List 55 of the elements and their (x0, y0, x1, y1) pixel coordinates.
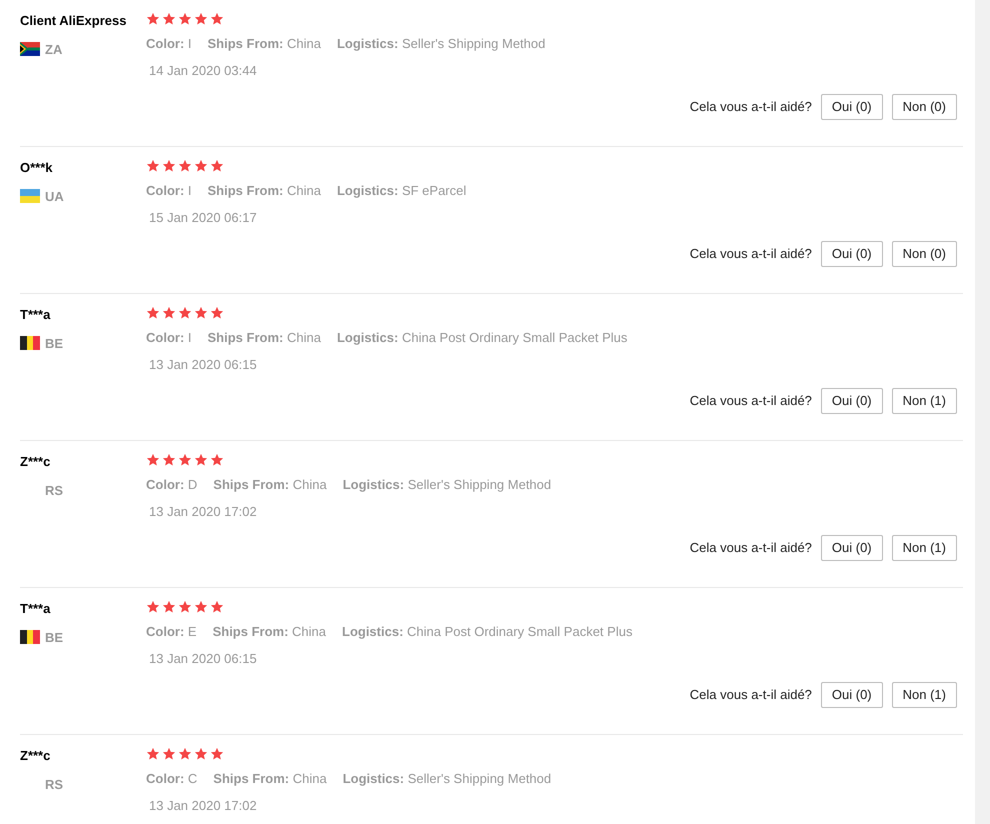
reviewer-name: Z***c (20, 747, 52, 765)
flag-icon (20, 189, 40, 204)
yes-button[interactable]: Oui (0) (820, 241, 883, 267)
helpful-question: Cela vous a-t-il aidé? (690, 98, 812, 116)
no-button[interactable]: Non (1) (892, 388, 957, 414)
no-button[interactable]: Non (1) (892, 682, 957, 708)
flag-icon (20, 630, 40, 644)
review-detail: Ships From: China (208, 182, 321, 200)
country-code: RS (45, 776, 64, 794)
country-code: UA (45, 188, 64, 206)
flag-icon (20, 336, 40, 350)
review-detail: Color: I (146, 329, 192, 347)
helpful-question: Cela vous a-t-il aidé? (690, 245, 812, 264)
review-detail: Color: C (146, 770, 198, 788)
no-button[interactable]: Non (1) (892, 535, 957, 561)
review-detail: Ships From: China (208, 35, 321, 53)
review-detail: Color: D (146, 476, 198, 494)
no-button[interactable]: Non (0) (892, 241, 957, 267)
review-detail: Ships From: China (213, 476, 327, 494)
review-date: 13 Jan 2020 17:02 (149, 502, 258, 520)
reviewer-name: Z***c (20, 453, 52, 471)
review-detail: Logistics: Seller's Shipping Method (342, 770, 552, 788)
review-detail: Logistics: Seller's Shipping Method (342, 476, 552, 494)
review-detail: Ships From: China (212, 623, 326, 641)
reviewer-name: Client AliExpress (20, 12, 128, 30)
yes-button[interactable]: Oui (0) (820, 94, 883, 120)
country-code: RS (45, 482, 64, 500)
review-date: 13 Jan 2020 06:15 (149, 356, 258, 374)
review-detail: Color: I (146, 182, 192, 200)
review-detail: Logistics: SF eParcel (336, 182, 466, 200)
review-date: 13 Jan 2020 17:02 (149, 796, 258, 814)
helpful-question: Cela vous a-t-il aidé? (690, 686, 812, 704)
helpful-question: Cela vous a-t-il aidé? (690, 539, 812, 558)
helpful-question: Cela vous a-t-il aidé? (690, 392, 812, 410)
country-code: ZA (45, 40, 62, 58)
flag-icon (20, 42, 40, 56)
review-detail: Ships From: China (213, 770, 327, 788)
country-code: BE (45, 334, 64, 352)
review-detail: Color: I (146, 35, 192, 53)
reviewer-name: O***k (20, 159, 54, 177)
yes-button[interactable]: Oui (0) (820, 388, 883, 414)
review-date: 13 Jan 2020 06:15 (149, 650, 258, 668)
review-date: 14 Jan 2020 03:44 (149, 62, 258, 80)
reviewer-name: T***a (20, 600, 52, 618)
review-detail: Color: E (146, 623, 197, 641)
no-button[interactable]: Non (0) (892, 94, 957, 120)
review-detail: Logistics: China Post Ordinary Small Packet Plus (336, 329, 628, 347)
yes-button[interactable]: Oui (0) (820, 682, 883, 708)
country-code: BE (45, 628, 64, 646)
reviewer-name: T***a (20, 306, 52, 324)
review-detail: Ships From: China (208, 329, 321, 347)
yes-button[interactable]: Oui (0) (820, 535, 883, 561)
review-detail: Logistics: China Post Ordinary Small Packet Plus (342, 623, 632, 641)
review-detail: Logistics: Seller's Shipping Method (336, 35, 546, 53)
review-date: 15 Jan 2020 06:17 (149, 208, 258, 226)
